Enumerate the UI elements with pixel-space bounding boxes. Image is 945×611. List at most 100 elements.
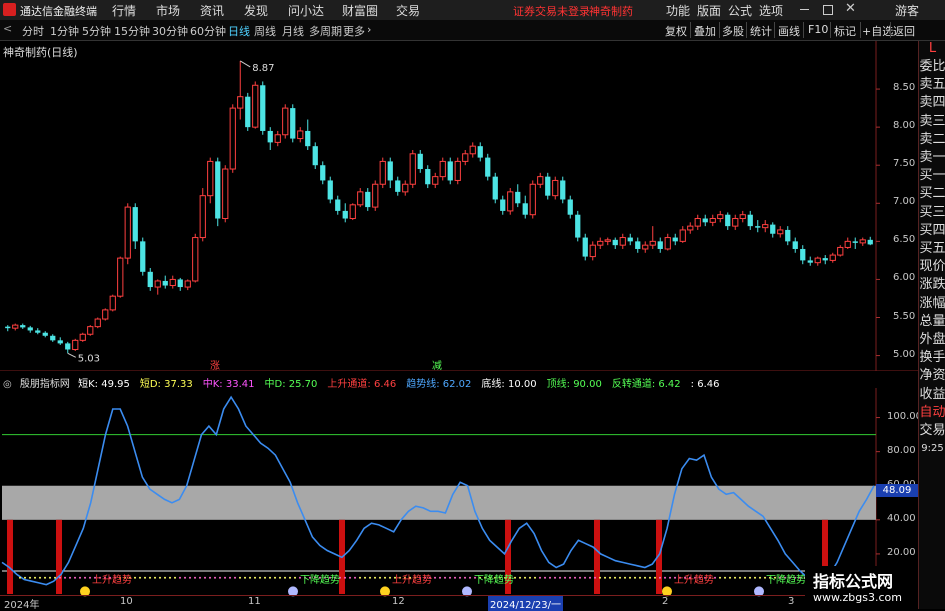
band-dot — [449, 576, 451, 579]
btn-add-favorite[interactable]: +自选 — [862, 23, 893, 39]
menu-faxian[interactable]: 发现 — [244, 2, 268, 19]
candle-body — [529, 183, 536, 216]
period-5min[interactable]: 5分钟 — [82, 23, 111, 39]
candle-body — [619, 237, 626, 246]
btn-duogu[interactable]: 多股 — [722, 23, 744, 39]
band-dot — [619, 576, 621, 579]
band-dot — [644, 576, 646, 579]
ind-axis-label: 80.00 — [887, 444, 916, 456]
band-dot — [274, 576, 276, 579]
quote-field-0: 委比 — [919, 59, 945, 74]
quote-field-21[interactable]: 9:25 — [919, 441, 945, 457]
menu-shichang[interactable]: 市场 — [156, 2, 180, 19]
candlestick-chart[interactable]: 8.87 5.03 涨 减 — [0, 41, 918, 371]
quote-field-15: 外盘 — [919, 332, 945, 347]
band-dot — [529, 576, 531, 579]
menu-jiaoyi[interactable]: 交易 — [396, 2, 420, 19]
quote-field-9: 买四 — [919, 222, 945, 238]
menu-hangqing[interactable]: 行情 — [112, 2, 136, 19]
menu-caifuquan[interactable]: 财富圈 — [342, 2, 378, 19]
candle-body — [215, 161, 221, 219]
candle-body — [537, 176, 544, 185]
toolbar-divider — [774, 22, 775, 38]
menu-gongshi[interactable]: 公式 — [728, 2, 752, 19]
candle-body — [589, 244, 596, 258]
quote-field-5: 卖一 — [919, 150, 945, 165]
minimize-icon[interactable] — [800, 9, 809, 10]
signal-label: 上升趋势 — [92, 573, 132, 586]
period-60min[interactable]: 60分钟 — [190, 23, 226, 39]
btn-fuquan[interactable]: 复权 — [665, 23, 687, 39]
menu-zixun[interactable]: 资讯 — [200, 2, 224, 19]
back-arrow-icon[interactable]: < — [3, 22, 12, 35]
panel-letter[interactable]: L — [919, 41, 945, 57]
band-dot — [544, 576, 546, 579]
candle-body — [65, 343, 71, 350]
period-weekly[interactable]: 周线 — [254, 23, 276, 39]
btn-biaoji[interactable]: 标记 — [834, 23, 856, 39]
close-icon[interactable]: ✕ — [845, 1, 856, 16]
signal-bar — [56, 519, 62, 594]
btn-huaxian[interactable]: 画线 — [778, 23, 800, 39]
candle-body — [777, 229, 784, 235]
login-notice[interactable]: 证券交易未登录 — [513, 3, 590, 19]
band-dot — [259, 576, 261, 579]
period-daily[interactable]: 日线 — [228, 23, 250, 39]
price-label: 7.00 — [893, 196, 916, 208]
candle-body — [792, 241, 798, 249]
candle-body — [739, 214, 746, 220]
band-dot — [249, 576, 251, 579]
band-dot — [734, 576, 736, 579]
band-dot — [589, 576, 591, 579]
period-fenshi[interactable]: 分时 — [22, 23, 44, 39]
menu-xuanxiang[interactable]: 选项 — [759, 2, 783, 19]
band-dot — [749, 576, 751, 579]
ind-axis-label: 100.00 — [887, 410, 922, 422]
period-monthly[interactable]: 月线 — [282, 23, 304, 39]
candle-body — [687, 225, 694, 231]
candle-body — [57, 340, 63, 344]
toolbar-divider — [746, 22, 747, 38]
menu-gongneng[interactable]: 功能 — [666, 2, 690, 19]
band-dot — [744, 576, 746, 579]
btn-f10[interactable]: F10 — [808, 23, 828, 36]
quote-field-20[interactable]: 交易 — [919, 423, 945, 439]
candle-body — [184, 280, 191, 288]
period-1min[interactable]: 1分钟 — [50, 23, 79, 39]
btn-back[interactable]: 返回 — [893, 23, 915, 39]
guest-label[interactable]: 游客 — [895, 2, 919, 19]
band-dot — [139, 576, 141, 579]
candle-body — [237, 96, 244, 109]
candle-body — [672, 237, 678, 242]
tag-zhang: 涨 — [210, 360, 220, 371]
period-30min[interactable]: 30分钟 — [152, 23, 188, 39]
candle-body — [372, 183, 379, 208]
indicator-chart[interactable]: 上升趋势 下降趋势 上升趋势 下降趋势 上升趋势 下降趋势 — [0, 388, 918, 598]
band-dot — [54, 576, 56, 579]
candle-body — [454, 160, 461, 181]
period-multi[interactable]: 多周期 — [309, 23, 342, 39]
restore-icon[interactable] — [823, 5, 833, 15]
period-more[interactable]: 更多 — [343, 23, 365, 39]
band-dot — [234, 576, 236, 579]
candle-body — [709, 218, 716, 223]
btn-diejia[interactable]: 叠加 — [694, 23, 716, 39]
band-dot — [59, 576, 61, 579]
candle-body — [50, 335, 56, 341]
band-dot — [194, 576, 196, 579]
candle-body — [27, 327, 33, 331]
menu-wenxiaoda[interactable]: 问小达 — [288, 2, 324, 19]
chevron-right-icon[interactable]: › — [367, 23, 371, 36]
btn-tongji[interactable]: 统计 — [750, 23, 772, 39]
period-15min[interactable]: 15分钟 — [114, 23, 150, 39]
candle-body — [859, 239, 866, 244]
watermark-text: 指标公式网 — [813, 572, 894, 591]
band-dot — [344, 576, 346, 579]
band-dot — [209, 576, 211, 579]
candle-body — [177, 279, 183, 288]
band-dot — [34, 576, 36, 579]
menu-banmian[interactable]: 版面 — [697, 2, 721, 19]
candle-body — [732, 218, 739, 227]
quote-field-19[interactable]: 自动 — [919, 405, 945, 421]
candle-body — [507, 191, 514, 212]
